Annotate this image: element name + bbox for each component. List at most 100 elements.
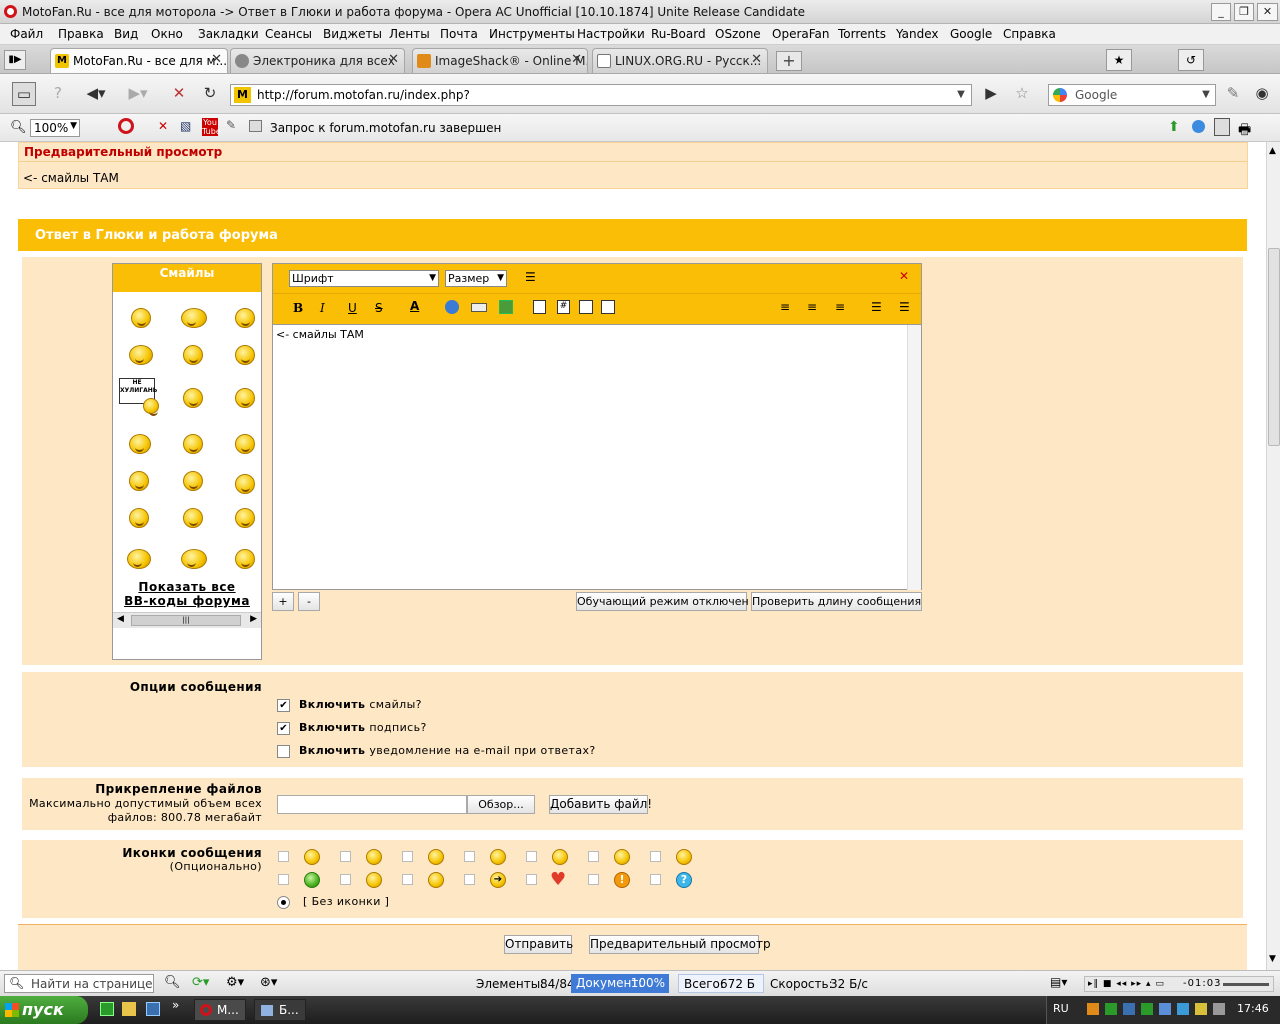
image-icon[interactable] xyxy=(499,300,513,314)
go-button[interactable]: ▶ xyxy=(980,82,1002,106)
stare-smile-icon[interactable] xyxy=(183,471,203,491)
file-path-input[interactable] xyxy=(277,795,467,814)
youtube-icon[interactable]: You Tube xyxy=(202,118,221,136)
font-select[interactable]: Шрифт ▼ xyxy=(289,270,439,287)
show-all-link[interactable]: Показать все BB-коды форума xyxy=(113,580,261,608)
save-icon[interactable]: ▭ xyxy=(12,82,36,106)
bold-button[interactable]: B xyxy=(293,301,303,315)
font-color-icon[interactable]: A xyxy=(410,299,419,313)
toggle-toolbar-icon[interactable]: ☰ xyxy=(525,270,536,284)
messenger-icon[interactable] xyxy=(1192,120,1205,133)
desktop-icon[interactable] xyxy=(146,1002,160,1016)
preview-button[interactable]: Предварительный просмотр xyxy=(589,935,771,954)
menu-feeds[interactable]: Ленты xyxy=(389,27,430,41)
tab-close-icon[interactable]: ✕ xyxy=(751,52,762,67)
address-input[interactable]: M http://forum.motofan.ru/index.php? ▼ xyxy=(230,84,972,106)
glasses-smile-icon[interactable] xyxy=(183,508,203,528)
numbered-list-icon[interactable]: ☰ xyxy=(871,300,882,314)
bookmark-star-icon[interactable]: ☆ xyxy=(1010,82,1034,106)
menu-tools[interactable]: Инструменты xyxy=(489,27,575,41)
menu-window[interactable]: Окно xyxy=(151,27,183,41)
align-center-icon[interactable]: ≡ xyxy=(807,300,817,314)
url-dropdown-icon[interactable]: ▼ xyxy=(953,86,969,104)
menu-widgets[interactable]: Виджеты xyxy=(323,27,382,41)
icon-radio[interactable] xyxy=(278,851,289,862)
menu-view[interactable]: Вид xyxy=(114,27,138,41)
reload-icon[interactable]: ↻ xyxy=(199,82,221,106)
scroll-up-icon[interactable]: ▲ xyxy=(1269,146,1276,156)
shocked-smile-icon[interactable] xyxy=(129,434,151,454)
laugh-smile-icon[interactable] xyxy=(183,388,203,408)
surprised-smile-icon[interactable] xyxy=(235,474,255,494)
enlarge-editor-button[interactable]: + xyxy=(272,592,294,611)
menu-oszone[interactable]: OSzone xyxy=(715,27,761,41)
close-editor-icon[interactable]: ✕ xyxy=(899,269,909,283)
strike-button[interactable]: S xyxy=(375,301,383,315)
menu-google[interactable]: Google xyxy=(950,27,992,41)
shy-smile-icon[interactable] xyxy=(235,549,255,569)
confused-smile-icon[interactable] xyxy=(181,308,207,328)
enable-smileys-checkbox[interactable]: ✔ xyxy=(277,699,290,712)
thinking-smile-icon[interactable] xyxy=(129,471,149,491)
tab-electronics[interactable]: Электроника для всех ✕ xyxy=(230,48,405,73)
search-input[interactable]: Google ▼ xyxy=(1048,84,1216,106)
icon-radio[interactable] xyxy=(402,851,413,862)
menu-torrents[interactable]: Torrents xyxy=(838,27,886,41)
globe-link-icon[interactable] xyxy=(445,300,459,314)
add-file-button[interactable]: Добавить файл! xyxy=(549,795,652,814)
maximize-button[interactable]: ❐ xyxy=(1234,3,1254,21)
volume-slider[interactable] xyxy=(1223,983,1269,986)
image-toggle-icon[interactable]: ▧ xyxy=(180,119,194,135)
start-button[interactable]: пуск xyxy=(0,996,88,1024)
code-icon[interactable]: # xyxy=(557,300,570,314)
speed-dial-icon[interactable]: ★ xyxy=(1106,49,1132,71)
icon-radio[interactable] xyxy=(588,851,599,862)
taskbar-window-2[interactable]: Б... xyxy=(254,999,306,1021)
dance-smile-icon[interactable] xyxy=(127,549,151,569)
grin-smile-icon[interactable] xyxy=(235,388,255,408)
textarea-scrollbar[interactable] xyxy=(907,325,921,590)
menu-operafan[interactable]: OperaFan xyxy=(772,27,830,41)
email-notify-checkbox[interactable] xyxy=(277,745,290,758)
icon-radio[interactable] xyxy=(588,874,599,885)
size-select[interactable]: Размер ▼ xyxy=(445,270,507,287)
reading-smile-icon[interactable] xyxy=(129,508,149,528)
table-icon[interactable] xyxy=(579,300,593,314)
menu-help[interactable]: Справка xyxy=(1003,27,1056,41)
tab-close-icon[interactable]: ✕ xyxy=(211,52,222,67)
find-go-icon[interactable]: 🔍︎ xyxy=(164,975,181,990)
tab-linuxorg[interactable]: LINUX.ORG.RU - Русск... ✕ xyxy=(592,48,768,73)
message-textarea[interactable]: <- смайлы ТАМ xyxy=(273,324,921,590)
sync-icon[interactable]: ⟳▾ xyxy=(192,975,209,990)
taskbar-opera[interactable]: М... xyxy=(194,999,246,1021)
panel-select-icon[interactable]: ▤▾ xyxy=(1050,975,1067,989)
zoom-select[interactable]: 100% ▼ xyxy=(30,119,80,137)
search-dropdown-icon[interactable]: ▼ xyxy=(1199,86,1213,104)
scared-smile-icon[interactable] xyxy=(235,508,255,528)
wink-smile-icon[interactable] xyxy=(183,434,203,454)
italic-button[interactable]: I xyxy=(320,301,325,315)
scroll-down-icon[interactable]: ▼ xyxy=(1269,954,1276,964)
close-window-button[interactable]: ✕ xyxy=(1257,3,1278,21)
find-in-page-input[interactable]: 🔍︎ Найти на странице xyxy=(4,974,154,993)
stop-icon[interactable]: ✕ xyxy=(168,82,190,106)
menu-edit[interactable]: Правка xyxy=(58,27,104,41)
print-icon[interactable]: 🖶︎ xyxy=(1238,119,1251,143)
page-tools-icon[interactable]: ✎ xyxy=(1222,82,1244,106)
wrench-icon[interactable]: ✎ xyxy=(226,118,240,134)
bullet-list-icon[interactable]: ☰ xyxy=(899,300,910,314)
icon-radio[interactable] xyxy=(464,851,475,862)
panel-toggle-icon[interactable]: ▮▶ xyxy=(4,50,26,70)
crazy-smile-icon[interactable] xyxy=(183,345,203,365)
smileys-hscrollbar[interactable]: ||| ◀ ▶ xyxy=(113,612,261,628)
menu-settings[interactable]: Настройки xyxy=(577,27,645,41)
block-content-icon[interactable]: ✕ xyxy=(158,119,172,135)
sign-holder-smile-icon[interactable] xyxy=(143,398,159,416)
shrink-editor-button[interactable]: - xyxy=(298,592,320,611)
sad-smile-icon[interactable] xyxy=(235,345,255,365)
quicklaunch-icon[interactable] xyxy=(100,1002,114,1016)
tutorial-mode-button[interactable]: Обучающий режим отключен xyxy=(576,592,749,611)
new-tab-button[interactable]: + xyxy=(776,51,802,71)
opera-unite-icon[interactable] xyxy=(118,118,134,134)
closed-tabs-icon[interactable]: ↺ xyxy=(1178,49,1204,71)
